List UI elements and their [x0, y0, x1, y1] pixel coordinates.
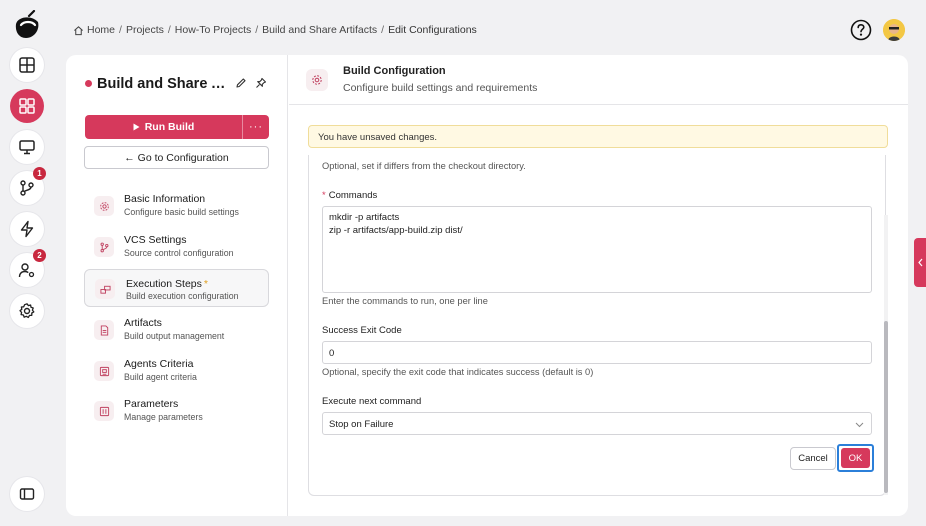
nav-title: Artifacts — [124, 317, 162, 329]
project-title: Build and Share Artifacts — [97, 76, 231, 92]
play-icon — [133, 123, 140, 131]
sidebar-toggle-icon — [19, 488, 35, 500]
help-icon[interactable] — [850, 19, 872, 41]
exit-code-input[interactable]: 0 — [322, 341, 872, 364]
config-sidebar: Build and Share Artifacts Run Build ··· … — [66, 55, 288, 516]
commands-label-text: Commands — [328, 190, 378, 201]
git-branch-icon — [94, 237, 114, 257]
run-build-split-button: Run Build ··· — [85, 115, 269, 139]
gear-icon — [19, 303, 35, 319]
nav-title: VCS Settings — [124, 234, 187, 246]
user-avatar[interactable] — [883, 19, 905, 41]
configuration-card: Build and Share Artifacts Run Build ··· … — [66, 55, 908, 516]
users-rail-button[interactable]: 2 — [10, 249, 46, 287]
projects-rail-button[interactable] — [10, 89, 44, 123]
go-to-configuration-button[interactable]: ← Go to Configuration — [84, 146, 269, 169]
nav-title: Agents Criteria — [124, 358, 194, 370]
lightning-icon — [20, 220, 34, 238]
breadcrumb-current: Edit Configurations — [388, 24, 477, 36]
unsaved-changes-alert: You have unsaved changes. — [308, 125, 888, 148]
collapse-sidebar-button[interactable] — [10, 477, 44, 511]
exit-code-hint: Optional, specify the exit code that ind… — [322, 367, 594, 377]
breadcrumb-separator: / — [167, 24, 171, 36]
commands-textarea[interactable]: mkdir -p artifacts zip -r artifacts/app-… — [322, 206, 872, 293]
steps-icon — [95, 279, 115, 299]
nav-title-text: Execution Steps — [126, 278, 202, 290]
nav-subtitle: Build execution configuration — [126, 291, 239, 301]
nav-title: Parameters — [124, 398, 179, 410]
home-icon[interactable] — [73, 25, 84, 36]
nav-title: Basic Information — [124, 193, 206, 205]
monitor-icon — [19, 140, 35, 155]
nav-vcs-settings[interactable]: VCS Settings Source control configuratio… — [84, 228, 269, 266]
nav-agents-criteria[interactable]: Agents Criteria Build agent criteria — [84, 352, 269, 390]
run-build-label: Run Build — [144, 121, 195, 133]
nav-artifacts[interactable]: Artifacts Build output management — [84, 311, 269, 349]
next-command-value: Stop on Failure — [329, 419, 394, 430]
pin-icon[interactable] — [255, 77, 267, 89]
sliders-icon — [94, 401, 114, 421]
next-command-select[interactable]: Stop on Failure — [322, 412, 872, 435]
section-header: Build Configuration Configure build sett… — [289, 55, 908, 105]
app-logo-icon[interactable] — [12, 10, 42, 42]
nav-parameters[interactable]: Parameters Manage parameters — [84, 392, 269, 430]
next-command-label: Execute next command — [322, 396, 422, 407]
gear-icon — [306, 69, 328, 91]
nav-subtitle: Source control configuration — [124, 248, 234, 258]
breadcrumb-separator: / — [381, 24, 385, 36]
nav-title: Execution Steps * — [126, 278, 208, 290]
users-badge: 2 — [33, 249, 46, 262]
agents-rail-button[interactable] — [10, 130, 44, 164]
nav-subtitle: Build agent criteria — [124, 372, 197, 382]
pencil-icon[interactable] — [235, 77, 247, 89]
breadcrumb-home[interactable]: Home — [87, 24, 115, 36]
nav-subtitle: Manage parameters — [124, 412, 203, 422]
nav-subtitle: Build output management — [124, 331, 225, 341]
side-panel-toggle[interactable] — [914, 238, 926, 287]
nav-basic-information[interactable]: Basic Information Configure basic build … — [84, 187, 269, 225]
exit-code-label: Success Exit Code — [322, 325, 402, 336]
gear-icon — [94, 196, 114, 216]
breadcrumb-how-to-projects[interactable]: How-To Projects — [175, 24, 251, 36]
avatar-icon — [883, 19, 905, 41]
apps-grid-icon — [19, 98, 35, 114]
unsaved-marker: * — [203, 278, 208, 290]
file-icon — [94, 320, 114, 340]
ok-button[interactable]: OK — [837, 444, 874, 472]
command-line: mkdir -p artifacts — [329, 212, 400, 223]
run-options-button[interactable]: ··· — [243, 115, 269, 139]
breadcrumb: Home / Projects / How-To Projects / Buil… — [73, 24, 477, 36]
nav-execution-steps[interactable]: Execution Steps * Build execution configu… — [84, 269, 269, 307]
breadcrumb-separator: / — [255, 24, 259, 36]
app-rail: 1 2 — [0, 0, 54, 526]
cancel-button[interactable]: Cancel — [790, 447, 836, 470]
project-status-dot — [85, 80, 92, 87]
run-build-button[interactable]: Run Build — [85, 115, 243, 139]
breadcrumb-projects[interactable]: Projects — [126, 24, 164, 36]
git-branch-icon — [20, 180, 34, 196]
settings-rail-button[interactable] — [10, 294, 44, 328]
layout-grid-icon — [19, 57, 35, 73]
commands-label: * Commands — [322, 190, 377, 201]
chevron-left-icon — [917, 258, 922, 267]
dashboard-rail-button[interactable] — [10, 48, 44, 82]
breadcrumb-separator: / — [119, 24, 122, 36]
required-marker: * — [322, 190, 326, 201]
section-title: Build Configuration — [343, 65, 446, 77]
vcs-badge: 1 — [33, 167, 46, 180]
commands-hint: Enter the commands to run, one per line — [322, 296, 488, 306]
triggers-rail-button[interactable] — [10, 212, 44, 246]
form-scrollbar-thumb[interactable] — [884, 321, 888, 493]
agent-icon — [94, 361, 114, 381]
section-subtitle: Configure build settings and requirement… — [343, 82, 538, 94]
ok-label: OK — [841, 448, 870, 468]
command-line: zip -r artifacts/app-build.zip dist/ — [329, 224, 463, 236]
nav-subtitle: Configure basic build settings — [124, 207, 239, 217]
execution-step-form: Optional, set if differs from the checko… — [308, 155, 886, 496]
working-directory-hint: Optional, set if differs from the checko… — [322, 161, 526, 171]
chevron-down-icon — [855, 422, 864, 428]
vcs-rail-button[interactable]: 1 — [10, 167, 46, 205]
user-settings-icon — [18, 263, 35, 278]
breadcrumb-project[interactable]: Build and Share Artifacts — [262, 24, 377, 36]
